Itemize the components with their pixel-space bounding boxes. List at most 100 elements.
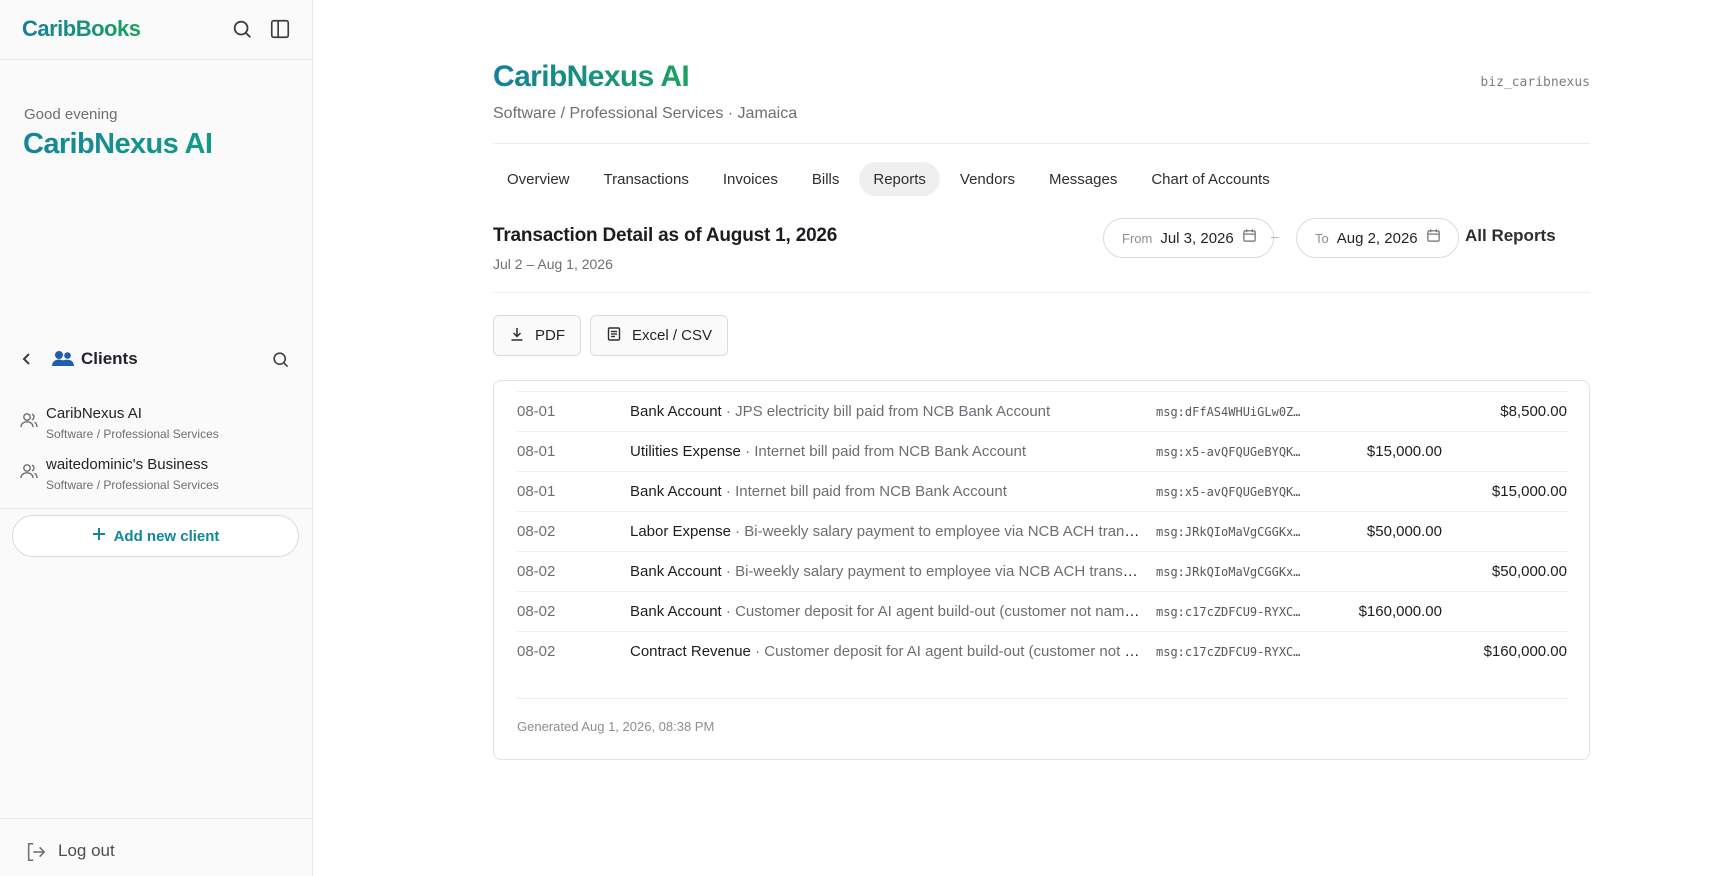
- from-date-picker[interactable]: From Jul 3, 2026: [1103, 218, 1274, 258]
- client-name: CaribNexus AI: [46, 405, 142, 422]
- row-account: Bank Account · Customer deposit for AI a…: [630, 603, 1140, 620]
- report-range: Jul 2 – Aug 1, 2026: [493, 256, 613, 272]
- report-title: Transaction Detail as of August 1, 2026: [493, 225, 838, 246]
- table-row[interactable]: 08-01 Bank Account · JPS electricity bil…: [516, 391, 1568, 431]
- clients-title: Clients: [81, 349, 138, 368]
- divider: [516, 698, 1568, 699]
- table-row[interactable]: 08-02 Labor Expense · Bi-weekly salary p…: [516, 511, 1568, 551]
- row-date: 08-01: [517, 403, 556, 420]
- divider: [0, 508, 312, 509]
- row-account: Bank Account · Bi-weekly salary payment …: [630, 563, 1140, 580]
- row-description: · Bi-weekly salary payment to employee v…: [735, 523, 1140, 540]
- account-name: Bank Account: [630, 403, 722, 420]
- row-date: 08-02: [517, 563, 556, 580]
- to-date-picker[interactable]: To Aug 2, 2026: [1296, 218, 1459, 258]
- divider: [493, 292, 1590, 293]
- row-message-id[interactable]: msg:c17cZDFCU9-RYXC…: [1156, 645, 1306, 659]
- app-logo[interactable]: CaribBooks: [22, 16, 141, 42]
- divider: [493, 143, 1590, 144]
- row-account: Labor Expense · Bi-weekly salary payment…: [630, 523, 1140, 540]
- tab-invoices[interactable]: Invoices: [709, 162, 792, 196]
- pdf-button[interactable]: PDF: [493, 315, 581, 356]
- row-credit: $8,500.00: [1500, 403, 1567, 420]
- table-row[interactable]: 08-02 Bank Account · Bi-weekly salary pa…: [516, 551, 1568, 591]
- row-account: Bank Account · JPS electricity bill paid…: [630, 403, 1050, 420]
- account-name: Bank Account: [630, 563, 722, 580]
- tab-messages[interactable]: Messages: [1035, 162, 1131, 196]
- row-description: · Internet bill paid from NCB Bank Accou…: [745, 443, 1027, 460]
- calendar-icon: [1242, 228, 1257, 248]
- row-date: 08-02: [517, 643, 556, 660]
- sidebar-header: CaribBooks: [0, 0, 312, 60]
- clients-header: Clients: [0, 346, 312, 374]
- greeting: Good evening: [24, 106, 118, 123]
- to-date-value: Aug 2, 2026: [1336, 229, 1418, 247]
- tab-bills[interactable]: Bills: [798, 162, 854, 196]
- row-debit: $160,000.00: [1358, 603, 1442, 620]
- tab-vendors[interactable]: Vendors: [946, 162, 1029, 196]
- row-date: 08-02: [517, 523, 556, 540]
- client-item[interactable]: CaribNexus AI Software / Professional Se…: [20, 405, 300, 449]
- tab-transactions[interactable]: Transactions: [590, 162, 703, 196]
- date-separator: –: [1271, 228, 1279, 244]
- row-date: 08-02: [517, 603, 556, 620]
- from-label: From: [1122, 230, 1153, 246]
- download-icon: [509, 326, 525, 346]
- search-icon[interactable]: [230, 17, 254, 41]
- row-credit: $15,000.00: [1491, 483, 1567, 500]
- account-name: Contract Revenue: [630, 643, 751, 660]
- row-debit: $50,000.00: [1366, 523, 1442, 540]
- pdf-label: PDF: [535, 327, 565, 344]
- account-name: Bank Account: [630, 603, 722, 620]
- sidebar: CaribBooks Good evening CaribNexus AI Cl…: [0, 0, 313, 876]
- table-row[interactable]: 08-01 Utilities Expense · Internet bill …: [516, 431, 1568, 471]
- row-debit: $15,000.00: [1366, 443, 1442, 460]
- add-client-label: Add new client: [113, 527, 220, 545]
- user-icon: [20, 463, 38, 484]
- row-description: · Internet bill paid from NCB Bank Accou…: [725, 483, 1007, 500]
- logout-icon: [25, 841, 47, 868]
- tab-reports[interactable]: Reports: [859, 162, 940, 196]
- row-message-id[interactable]: msg:JRkQIoMaVgCGGKx…: [1156, 525, 1306, 539]
- table-row[interactable]: 08-02 Contract Revenue · Customer deposi…: [516, 631, 1568, 671]
- row-message-id[interactable]: msg:x5-avQFQUGeBYQK…: [1156, 445, 1306, 459]
- row-message-id[interactable]: msg:dFfAS4WHUiGLw0Z…: [1156, 405, 1306, 419]
- chevron-left-icon[interactable]: [20, 351, 34, 372]
- client-item[interactable]: waitedominic's Business Software / Profe…: [20, 456, 300, 500]
- logout-button[interactable]: Log out: [0, 818, 312, 876]
- row-date: 08-01: [517, 483, 556, 500]
- excel-csv-label: Excel / CSV: [632, 327, 713, 344]
- search-icon[interactable]: [271, 350, 290, 374]
- row-message-id[interactable]: msg:JRkQIoMaVgCGGKx…: [1156, 565, 1306, 579]
- row-message-id[interactable]: msg:x5-avQFQUGeBYQK…: [1156, 485, 1306, 499]
- main-content: CaribNexus AI Software / Professional Se…: [313, 0, 1730, 876]
- row-description: · Customer deposit for AI agent build-ou…: [755, 643, 1140, 660]
- table-row[interactable]: 08-02 Bank Account · Customer deposit fo…: [516, 591, 1568, 631]
- row-description: · JPS electricity bill paid from NCB Ban…: [725, 403, 1051, 420]
- company-subtitle: Software / Professional Services · Jamai…: [493, 105, 798, 122]
- sidebar-toggle-icon[interactable]: [268, 17, 292, 41]
- from-date-value: Jul 3, 2026: [1160, 229, 1234, 247]
- logout-label: Log out: [58, 841, 115, 860]
- add-client-button[interactable]: Add new client: [12, 515, 299, 557]
- company-name: CaribNexus AI: [493, 60, 690, 93]
- all-reports-link[interactable]: All Reports: [1465, 226, 1556, 246]
- row-description: · Customer deposit for AI agent build-ou…: [725, 603, 1140, 620]
- tab-chart-of-accounts[interactable]: Chart of Accounts: [1137, 162, 1283, 196]
- table-row[interactable]: 08-01 Bank Account · Internet bill paid …: [516, 471, 1568, 511]
- row-date: 08-01: [517, 443, 556, 460]
- calendar-icon: [1426, 228, 1441, 248]
- excel-csv-button[interactable]: Excel / CSV: [590, 315, 729, 356]
- row-account: Utilities Expense · Internet bill paid f…: [630, 443, 1026, 460]
- tab-overview[interactable]: Overview: [493, 162, 584, 196]
- tab-bar: Overview Transactions Invoices Bills Rep…: [493, 162, 1284, 196]
- account-name: Labor Expense: [630, 523, 731, 540]
- to-label: To: [1315, 230, 1329, 246]
- client-category: Software / Professional Services: [46, 478, 219, 492]
- row-credit: $50,000.00: [1491, 563, 1567, 580]
- account-name: Bank Account: [630, 483, 722, 500]
- business-id: biz_caribnexus: [1480, 75, 1590, 90]
- row-message-id[interactable]: msg:c17cZDFCU9-RYXC…: [1156, 605, 1306, 619]
- document-icon: [606, 326, 622, 346]
- current-client-name: CaribNexus AI: [23, 128, 213, 160]
